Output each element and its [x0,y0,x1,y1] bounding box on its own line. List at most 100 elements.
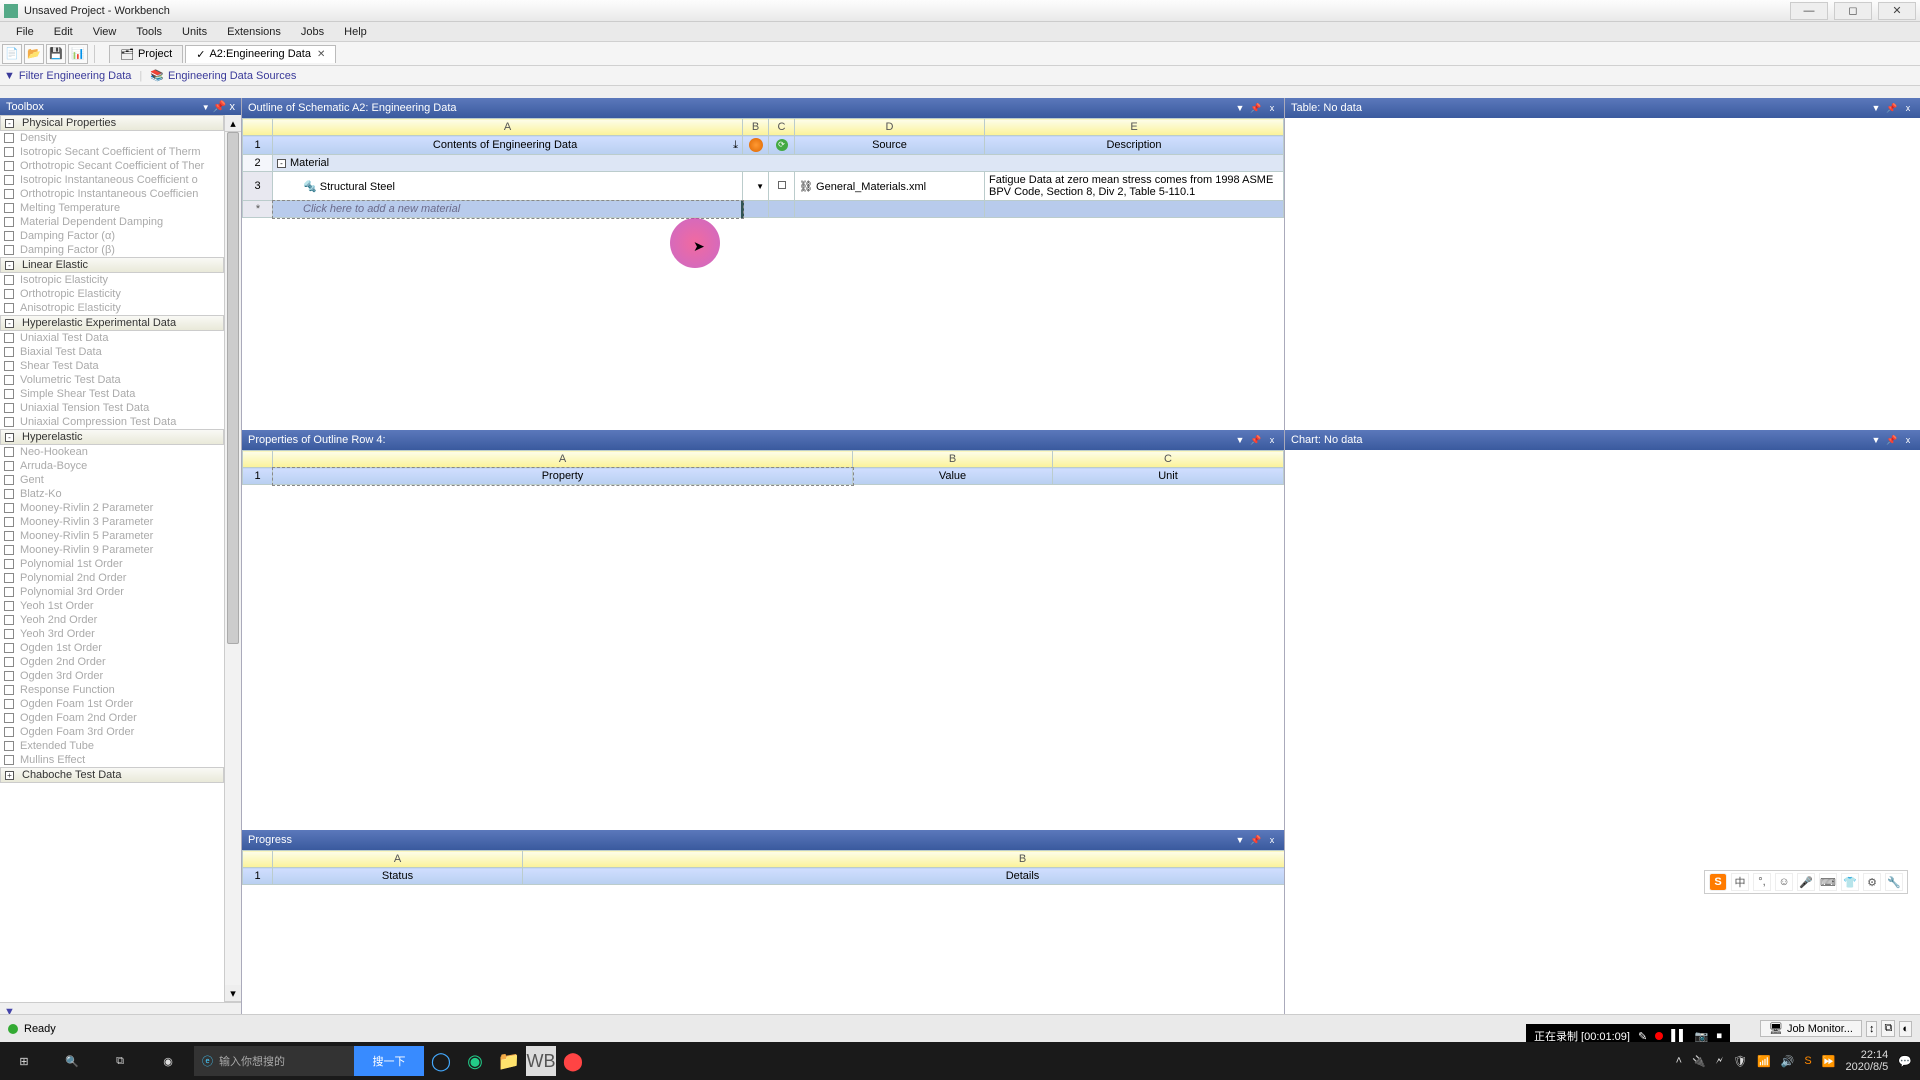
ime-emoji[interactable]: ☺ [1775,873,1793,891]
toolbox-item[interactable]: Volumetric Test Data [0,373,224,387]
refresh-icon[interactable]: ⟳ [776,139,788,151]
filter-engineering-data[interactable]: ▼ Filter Engineering Data [4,70,131,82]
tray-accel-icon[interactable]: ⏩ [1822,1055,1836,1068]
checkbox[interactable] [4,289,14,299]
tray-notification-icon[interactable]: 💬 [1898,1055,1912,1068]
toolbox-item[interactable]: Damping Factor (α) [0,229,224,243]
checkbox[interactable] [4,503,14,513]
start-button[interactable]: ⊞ [0,1042,48,1080]
scroll-up-icon[interactable]: ▴ [225,115,241,132]
panel-pin-icon[interactable]: 📌 [213,101,227,113]
add-material-row[interactable]: * Click here to add a new material [243,201,1284,218]
expand-icon[interactable]: - [5,119,14,128]
ime-toolbar[interactable]: S 中 °, ☺ 🎤 ⌨ 👕 ⚙ 🔧 [1704,870,1908,894]
checkbox[interactable] [4,671,14,681]
checkbox[interactable] [4,559,14,569]
toolbox-item[interactable]: Mooney-Rivlin 3 Parameter [0,515,224,529]
checkbox[interactable] [4,203,14,213]
toolbox-item[interactable]: Ogden 3rd Order [0,669,224,683]
app-explorer[interactable]: 📁 [492,1044,526,1078]
panel-close-icon[interactable]: x [1266,102,1278,114]
checkbox[interactable] [4,615,14,625]
app-360[interactable]: ◯ [424,1044,458,1078]
checkbox[interactable] [4,245,14,255]
menu-view[interactable]: View [83,24,127,40]
toolbox-item[interactable]: Melting Temperature [0,201,224,215]
tray-usb-icon[interactable]: 🔌 [1692,1055,1706,1068]
checkbox[interactable] [778,181,786,189]
menu-help[interactable]: Help [334,24,377,40]
properties-table[interactable]: A B C 1 Property Value Unit [242,450,1284,485]
checkbox[interactable] [4,389,14,399]
panel-pin-icon[interactable]: 📌 [1250,834,1262,846]
rec-edit-icon[interactable]: ✎ [1638,1030,1647,1043]
collapse-icon[interactable]: - [277,159,286,168]
tray-security-icon[interactable]: 🛡 [1733,1055,1747,1068]
checkbox[interactable] [4,475,14,485]
checkbox[interactable] [4,755,14,765]
toolbox-item[interactable]: Mullins Effect [0,753,224,767]
toolbox-item[interactable]: Simple Shear Test Data [0,387,224,401]
checkbox[interactable] [4,531,14,541]
toolbox-item[interactable]: Gent [0,473,224,487]
toolbox-item[interactable]: Orthotropic Secant Coefficient of Ther [0,159,224,173]
ime-lang[interactable]: 中 [1731,873,1749,891]
toolbox-category[interactable]: -Physical Properties [0,115,224,131]
search-button[interactable]: 搜一下 [354,1046,424,1076]
toolbox-item[interactable]: Ogden Foam 3rd Order [0,725,224,739]
panel-pin-icon[interactable]: 📌 [1886,102,1898,114]
checkbox[interactable] [4,643,14,653]
rec-pause-icon[interactable]: ▌▌ [1671,1030,1687,1042]
new-button[interactable]: 📄 [2,44,22,64]
ime-keyboard[interactable]: ⌨ [1819,873,1837,891]
expand-icon[interactable]: - [5,319,14,328]
checkbox[interactable] [4,629,14,639]
toolbox-item[interactable]: Ogden Foam 1st Order [0,697,224,711]
checkbox[interactable] [4,375,14,385]
checkbox[interactable] [4,545,14,555]
status-indicator-2[interactable]: ⧉ [1881,1020,1895,1037]
toolbox-item[interactable]: Mooney-Rivlin 2 Parameter [0,501,224,515]
toolbox-item[interactable]: Neo-Hookean [0,445,224,459]
toolbox-item[interactable]: Blatz-Ko [0,487,224,501]
expand-icon[interactable]: - [5,261,14,270]
checkbox[interactable] [4,587,14,597]
panel-close-icon[interactable]: x [1902,102,1914,114]
toolbox-item[interactable]: Shear Test Data [0,359,224,373]
open-button[interactable]: 📂 [24,44,44,64]
panel-close-icon[interactable]: x [1266,834,1278,846]
toolbox-item[interactable]: Polynomial 2nd Order [0,571,224,585]
checkbox[interactable] [4,347,14,357]
toolbox-item[interactable]: Polynomial 3rd Order [0,585,224,599]
checkbox[interactable] [4,489,14,499]
panel-dropdown-icon[interactable]: ▼ [1870,434,1882,446]
taskbar-search[interactable]: ⓔ 输入你想搜的 [194,1046,354,1076]
panel-close-icon[interactable]: x [230,101,236,113]
panel-close-icon[interactable]: x [1266,434,1278,446]
material-row[interactable]: 3 🔩 Structural Steel ▼ ⛓ General_Materia… [243,172,1284,201]
panel-close-icon[interactable]: x [1902,434,1914,446]
ime-skin[interactable]: 👕 [1841,873,1859,891]
checkbox[interactable] [4,601,14,611]
panel-pin-icon[interactable]: 📌 [1250,434,1262,446]
tray-sound-icon[interactable]: 🔊 [1781,1055,1795,1068]
toolbox-category[interactable]: -Hyperelastic Experimental Data [0,315,224,331]
outline-table[interactable]: A B C D E 1 Contents of Engineering Data… [242,118,1284,218]
toolbox-category[interactable]: +Chaboche Test Data [0,767,224,783]
checkbox[interactable] [4,713,14,723]
toolbox-item[interactable]: Isotropic Instantaneous Coefficient o [0,173,224,187]
menu-file[interactable]: File [6,24,44,40]
tab-close-icon[interactable]: ✕ [317,49,325,60]
checkbox[interactable] [4,175,14,185]
checkbox[interactable] [4,133,14,143]
ime-settings[interactable]: ⚙ [1863,873,1881,891]
toolbox-item[interactable]: Isotropic Elasticity [0,273,224,287]
toolbox-item[interactable]: Ogden Foam 2nd Order [0,711,224,725]
tray-sogou-icon[interactable]: S [1804,1055,1811,1067]
checkbox[interactable] [4,275,14,285]
expand-icon[interactable]: + [5,771,14,780]
checkbox[interactable] [4,303,14,313]
panel-pin-icon[interactable]: 📌 [1250,102,1262,114]
panel-dropdown-icon[interactable]: ▼ [1234,102,1246,114]
checkbox[interactable] [4,147,14,157]
